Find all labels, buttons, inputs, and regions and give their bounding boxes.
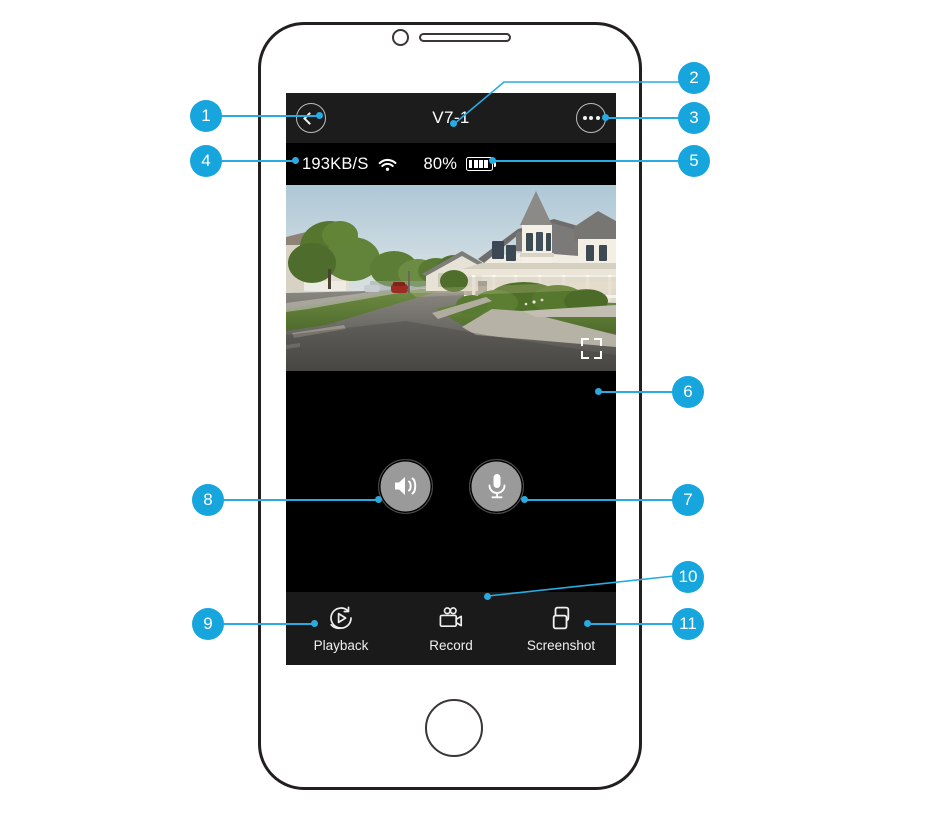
earpiece-speaker [419,33,511,42]
phone-mockup: V7-1 193KB/S 80% Playback Record Screens… [258,22,642,790]
screenshot-button[interactable]: Screenshot [506,605,616,653]
front-camera-icon [392,29,409,46]
callout-line-3 [606,117,682,119]
playback-label: Playback [313,637,369,653]
chevron-left-icon [303,111,316,125]
video-feed[interactable] [286,185,616,371]
callout-dot-1 [316,112,323,119]
callout-line-5 [492,160,682,162]
bitrate-value: 193KB/S [302,154,369,173]
callout-badge-1: 1 [190,100,222,132]
home-button[interactable] [425,699,483,757]
callout-badge-9: 9 [192,608,224,640]
callout-line-6 [598,391,676,393]
callout-line-10 [487,575,675,597]
fullscreen-expand-icon[interactable] [581,338,602,359]
callout-badge-5: 5 [678,145,710,177]
control-area [286,371,616,591]
callout-line-11 [588,623,678,625]
callout-badge-4: 4 [190,145,222,177]
callout-line-7 [524,499,676,501]
battery-percent-value: 80% [423,154,458,173]
playback-button[interactable]: Playback [286,605,396,653]
record-label: Record [429,637,473,653]
callout-dot-3 [602,114,609,121]
callout-badge-6: 6 [672,376,704,408]
microphone-icon [488,474,505,499]
callout-line-1 [222,115,320,117]
callout-badge-11: 11 [672,608,704,640]
illustration-canvas: V7-1 193KB/S 80% Playback Record Screens… [0,0,950,814]
replay-circle-play-icon [330,605,352,629]
callout-dot-5 [489,157,496,164]
callout-dot-11 [584,620,591,627]
microphone-button[interactable] [469,458,524,514]
callout-badge-2: 2 [678,62,710,94]
callout-line-8 [224,499,380,501]
callout-dot-10 [484,593,491,600]
movie-camera-icon [439,606,463,627]
callout-dot-9 [311,620,318,627]
screenshot-label: Screenshot [526,637,596,653]
callout-dot-4 [292,157,299,164]
video-frame-image [286,185,616,371]
record-button[interactable]: Record [396,605,506,653]
callout-dot-7 [521,496,528,503]
bottom-toolbar: Playback Record Screenshot [286,592,616,665]
speaker-volume-icon [394,477,416,495]
callout-badge-7: 7 [672,484,704,516]
callout-dot-2 [450,120,457,127]
two-frames-icon [552,606,570,629]
callout-badge-3: 3 [678,102,710,134]
callout-line-4 [222,160,296,162]
wifi-icon [378,157,397,172]
callout-line-9 [224,623,316,625]
callout-dot-8 [375,496,382,503]
callout-badge-10: 10 [672,561,704,593]
callout-badge-8: 8 [192,484,224,516]
stream-status-bar: 193KB/S 80% [286,143,616,185]
callout-dot-6 [595,388,602,395]
speaker-button[interactable] [378,458,433,514]
